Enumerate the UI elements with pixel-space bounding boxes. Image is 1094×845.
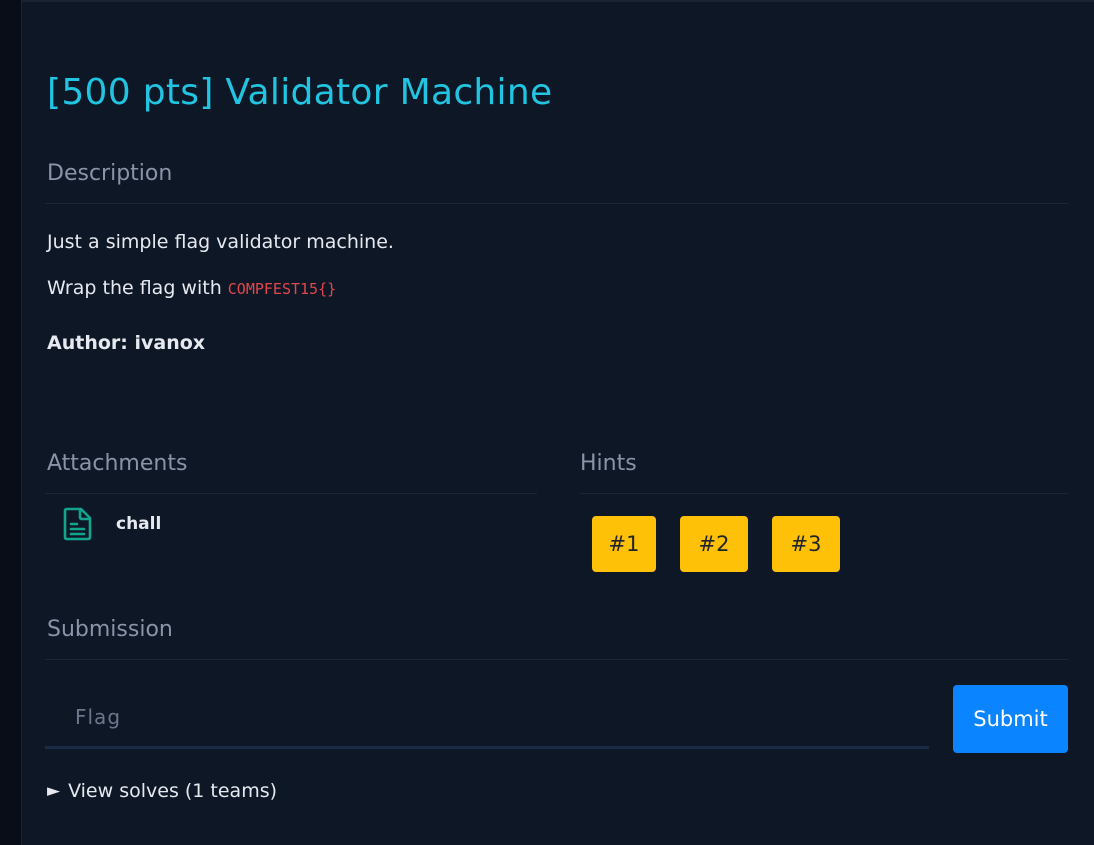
description-divider	[45, 203, 1068, 204]
triangle-right-icon: ►	[47, 781, 61, 801]
view-solves-toggle[interactable]: ► View solves (1 teams)	[47, 780, 277, 802]
flag-format-code: COMPFEST15{}	[227, 280, 337, 298]
challenge-panel: [500 pts] Validator Machine Description …	[22, 0, 1094, 845]
hint-button-1[interactable]: #1	[592, 516, 656, 572]
attachments-heading: Attachments	[47, 451, 188, 476]
submit-button[interactable]: Submit	[953, 685, 1068, 753]
challenge-title: [500 pts] Validator Machine	[47, 72, 553, 113]
description-text: Just a simple flag validator machine.	[47, 231, 394, 253]
hints-heading: Hints	[580, 451, 637, 476]
attachment-chall[interactable]: chall	[62, 506, 161, 542]
file-document-icon	[62, 506, 94, 542]
flag-input[interactable]	[45, 687, 929, 749]
attachments-divider	[45, 493, 537, 494]
hints-divider	[580, 493, 1068, 494]
flag-format-text: Wrap the flag with COMPFEST15{}	[47, 277, 336, 299]
view-solves-label: View solves (1 teams)	[68, 780, 278, 802]
hint-button-3[interactable]: #3	[772, 516, 840, 572]
flag-format-prefix: Wrap the flag with	[47, 277, 228, 299]
hint-button-2[interactable]: #2	[680, 516, 748, 572]
attachment-name: chall	[116, 514, 162, 534]
challenge-author: Author: ivanox	[47, 332, 206, 354]
description-heading: Description	[47, 161, 173, 186]
submission-heading: Submission	[47, 617, 173, 642]
page-left-edge	[0, 0, 22, 845]
submission-divider	[45, 659, 1068, 660]
